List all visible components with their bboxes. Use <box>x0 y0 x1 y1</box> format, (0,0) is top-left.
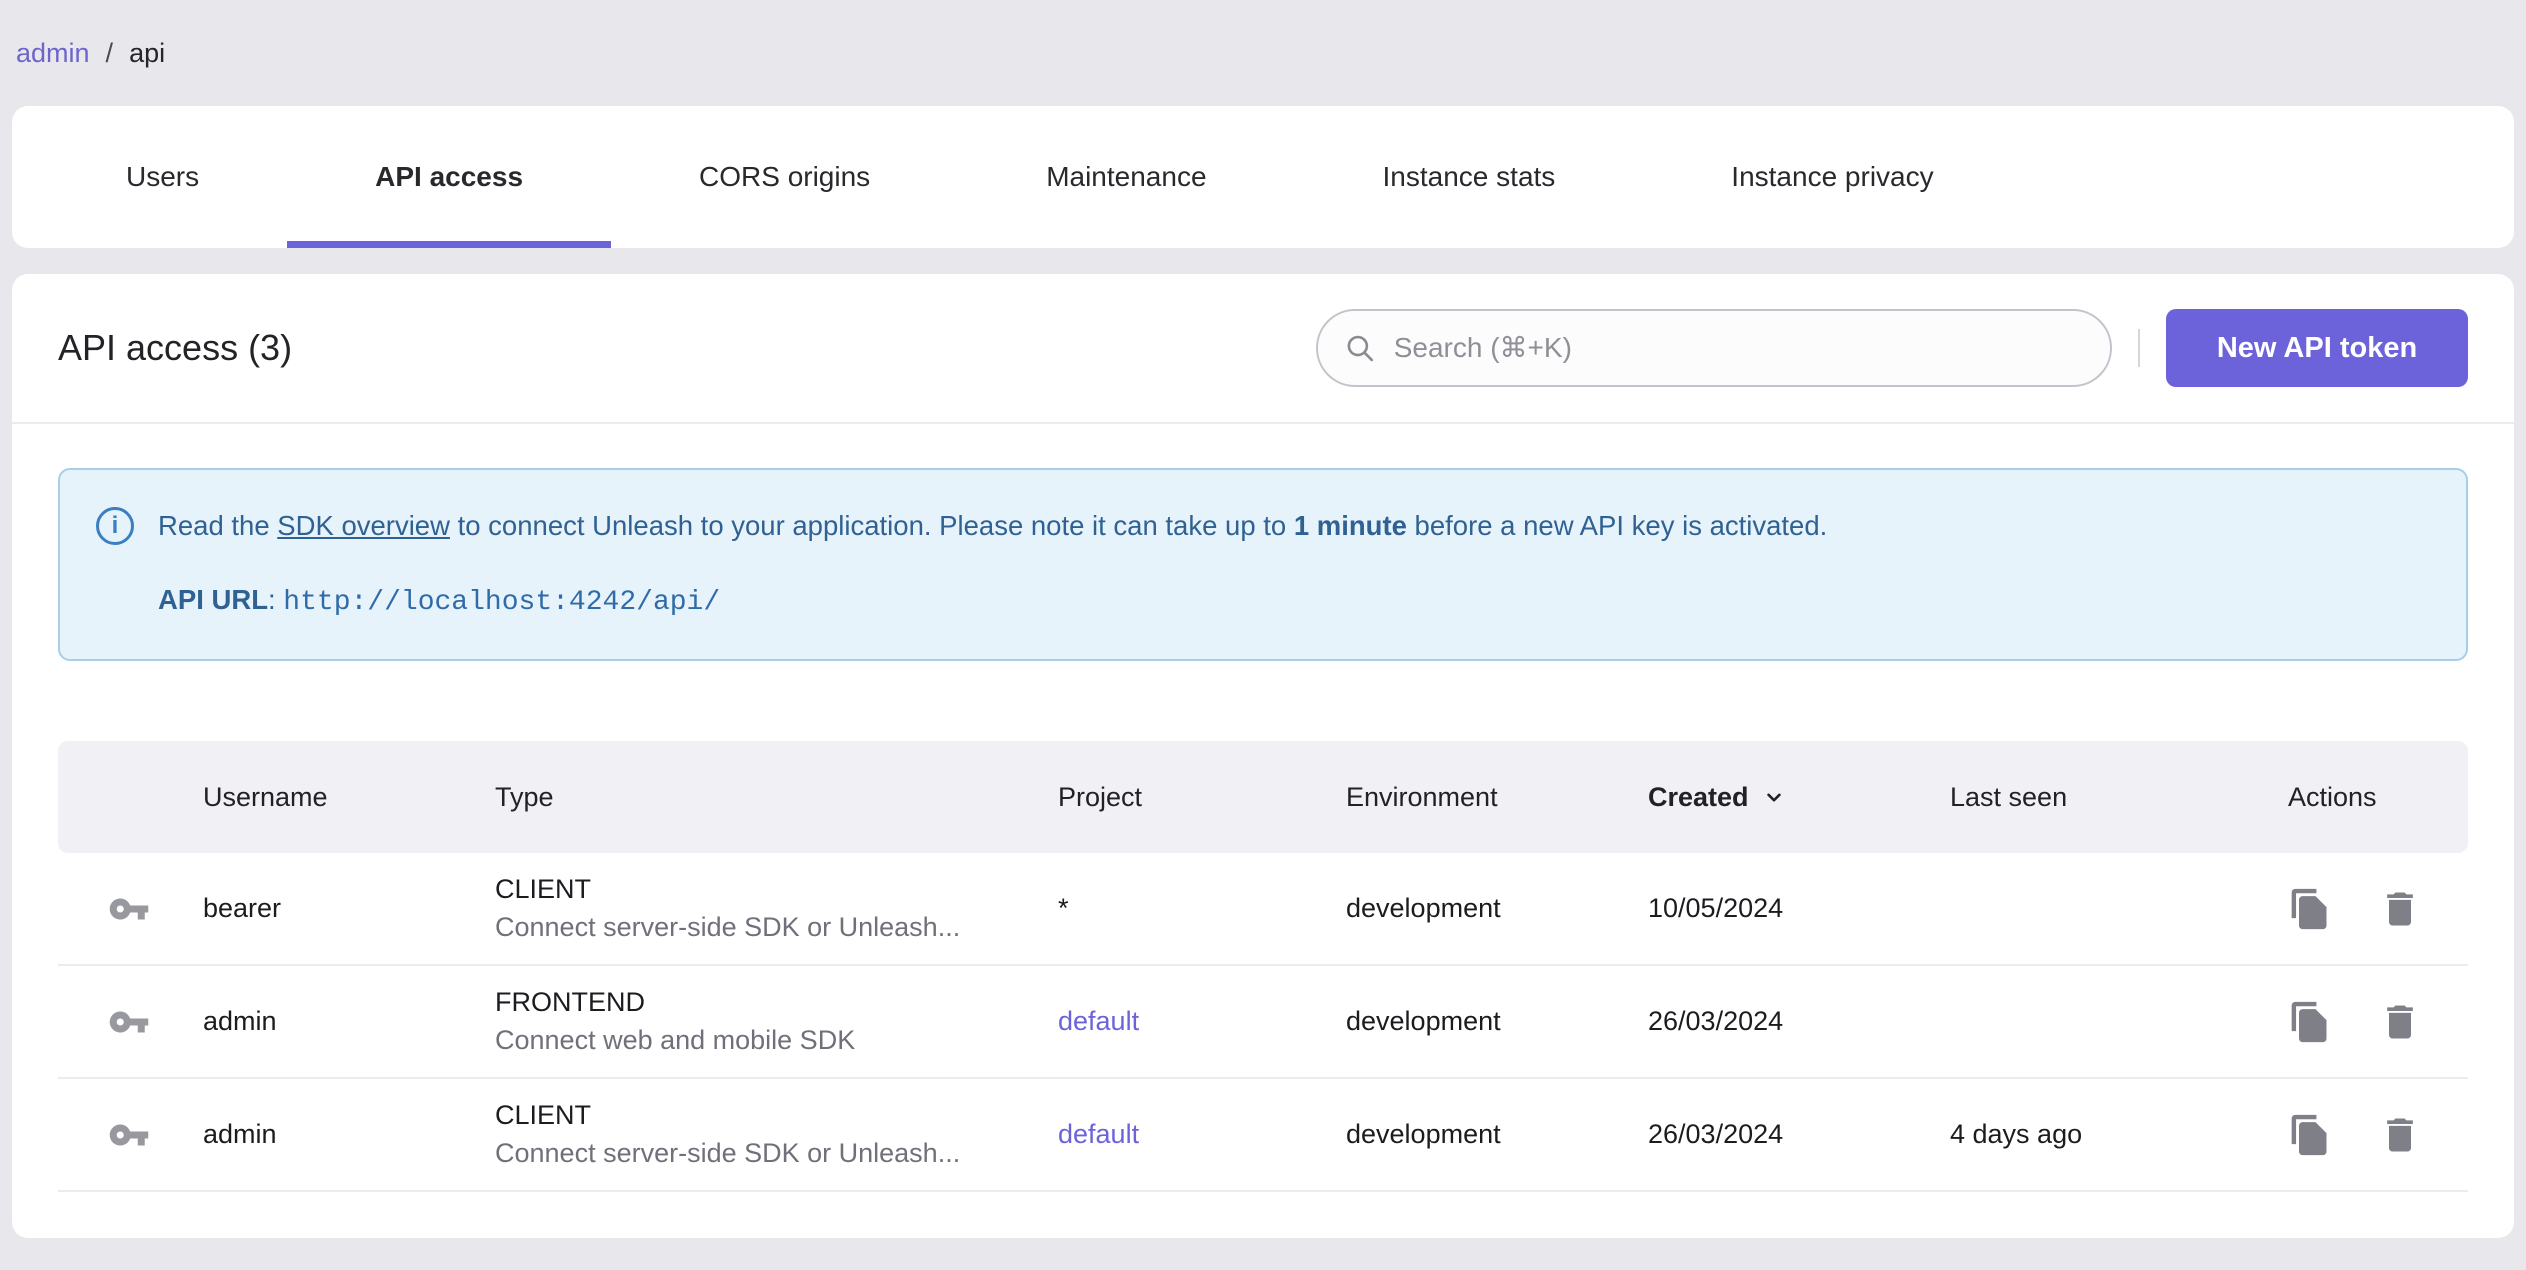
tab-label: Instance stats <box>1382 161 1556 192</box>
info-text: Read the SDK overview to connect Unleash… <box>158 510 1828 541</box>
token-type-description: Connect web and mobile SDK <box>495 1025 856 1055</box>
copy-icon <box>2291 888 2327 929</box>
table-header-row: Username Type Project Environment Create… <box>58 741 2468 853</box>
breadcrumb-current: api <box>129 37 166 68</box>
tab-label: API access <box>375 161 524 192</box>
breadcrumb: admin / api <box>0 0 2526 106</box>
breadcrumb-admin-link[interactable]: admin <box>16 38 90 69</box>
table-row: bearer CLIENT Connect server-side SDK or U… <box>58 853 2468 966</box>
column-header-username: Username <box>203 781 328 812</box>
chevron-down-icon <box>1766 793 1781 802</box>
token-key-cell <box>58 1114 203 1156</box>
trash-icon <box>2387 1118 2413 1151</box>
info-icon: i <box>96 507 134 545</box>
token-type: FRONTEND <box>495 987 645 1017</box>
cell-created: 26/03/2024 <box>1648 1119 1784 1149</box>
panel-header: API access (3) New API token <box>12 274 2514 424</box>
settings-tabs: Users API access CORS origins Maintenance In… <box>12 106 2514 248</box>
cell-username: admin <box>203 1006 277 1036</box>
cell-actions <box>2288 1113 2468 1157</box>
token-type-description: Connect server-side SDK or Unleash... <box>495 912 961 942</box>
cell-environment: development <box>1346 893 1501 923</box>
token-type: CLIENT <box>495 874 592 904</box>
tab-maintenance[interactable]: Maintenance <box>958 106 1294 248</box>
page-title: API access (3) <box>58 327 293 368</box>
cell-username: admin <box>203 1119 277 1149</box>
trash-icon <box>2387 892 2413 925</box>
key-icon <box>109 1011 149 1032</box>
column-header-environment: Environment <box>1346 781 1498 812</box>
cell-last-seen: 4 days ago <box>1950 1119 2083 1149</box>
tab-users[interactable]: Users <box>38 106 287 248</box>
cell-type: CLIENT Connect server-side SDK or Unleash… <box>495 1100 1058 1169</box>
api-tokens-table: Username Type Project Environment Create… <box>58 741 2468 1192</box>
copy-token-button[interactable] <box>2288 1000 2332 1044</box>
token-key-cell <box>58 1001 203 1043</box>
search-input[interactable] <box>1393 332 2084 364</box>
tab-label: Maintenance <box>1046 161 1207 192</box>
token-type-description: Connect server-side SDK or Unleash... <box>495 1138 961 1168</box>
cell-created: 26/03/2024 <box>1648 1006 1784 1036</box>
info-alert: i Read the SDK overview to connect Unlea… <box>58 468 2468 661</box>
cell-environment: development <box>1346 1119 1501 1149</box>
cell-username: bearer <box>203 893 282 923</box>
api-access-panel: API access (3) New API token i Read the … <box>12 274 2514 1238</box>
column-header-actions: Actions <box>2288 781 2377 812</box>
new-api-token-button[interactable]: New API token <box>2166 309 2468 387</box>
tab-label: CORS origins <box>699 161 871 192</box>
column-header-created[interactable]: Created <box>1648 782 1950 813</box>
tab-api-access[interactable]: API access <box>287 106 611 248</box>
copy-icon <box>2291 1114 2327 1155</box>
breadcrumb-separator: / <box>105 37 114 68</box>
cell-actions <box>2288 887 2468 931</box>
api-url-value: http://localhost:4242/api/ <box>283 587 721 618</box>
cell-created: 10/05/2024 <box>1648 893 1784 923</box>
copy-icon <box>2291 1001 2327 1042</box>
project-link[interactable]: default <box>1058 1119 1346 1150</box>
table-row: admin FRONTEND Connect web and mobile SDK d… <box>58 966 2468 1079</box>
tab-instance-privacy[interactable]: Instance privacy <box>1643 106 2021 248</box>
api-url-line: API URL: http://localhost:4242/api/ <box>158 584 721 618</box>
table-row: admin CLIENT Connect server-side SDK or Un… <box>58 1079 2468 1192</box>
tab-label: Users <box>126 161 200 192</box>
token-key-cell <box>58 888 203 930</box>
copy-token-button[interactable] <box>2288 887 2332 931</box>
delete-token-button[interactable] <box>2378 1113 2422 1157</box>
key-icon <box>109 1124 149 1145</box>
column-header-last-seen: Last seen <box>1950 781 2068 812</box>
delete-token-button[interactable] <box>2378 1000 2422 1044</box>
key-icon <box>109 898 149 919</box>
column-header-project: Project <box>1058 781 1143 812</box>
sdk-overview-link[interactable]: SDK overview <box>277 510 450 541</box>
search-icon <box>1347 335 1374 362</box>
cell-type: CLIENT Connect server-side SDK or Unleash… <box>495 874 1058 943</box>
tab-cors-origins[interactable]: CORS origins <box>611 106 958 248</box>
token-type: CLIENT <box>495 1100 592 1130</box>
cell-type: FRONTEND Connect web and mobile SDK <box>495 987 1058 1056</box>
search-box[interactable] <box>1316 309 2112 387</box>
cell-actions <box>2288 1000 2468 1044</box>
copy-token-button[interactable] <box>2288 1113 2332 1157</box>
project-value: * <box>1058 893 1069 923</box>
project-link[interactable]: default <box>1058 1006 1346 1037</box>
cell-environment: development <box>1346 1006 1501 1036</box>
column-header-type: Type <box>495 781 554 812</box>
tab-instance-stats[interactable]: Instance stats <box>1295 106 1644 248</box>
delete-token-button[interactable] <box>2378 887 2422 931</box>
api-url-label: API URL <box>158 584 268 615</box>
trash-icon <box>2387 1005 2413 1038</box>
tab-label: Instance privacy <box>1731 161 1934 192</box>
header-divider <box>2138 329 2140 367</box>
